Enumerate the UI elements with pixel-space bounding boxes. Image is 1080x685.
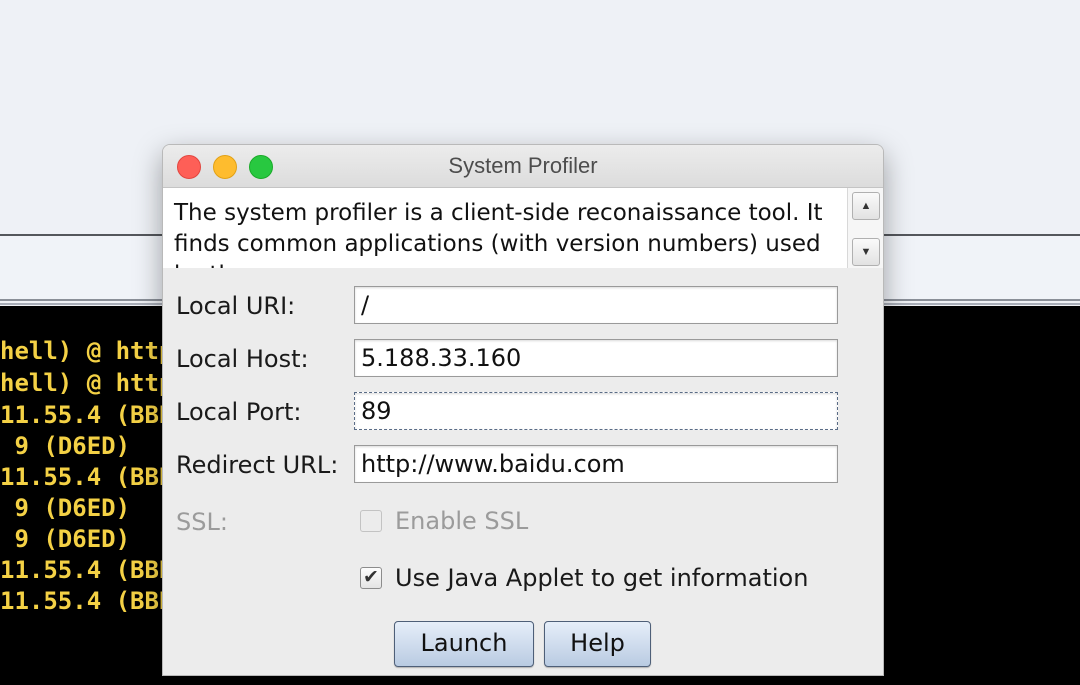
help-button[interactable]: Help <box>544 621 651 667</box>
local-port-label: Local Port: <box>176 398 302 426</box>
local-host-input[interactable] <box>354 339 838 377</box>
launch-button[interactable]: Launch <box>394 621 534 667</box>
scroll-up-arrow-icon[interactable]: ▲ <box>852 192 880 220</box>
console-line: 11.55.4 (BBD <box>0 556 174 584</box>
java-applet-checkbox[interactable]: ✔ <box>360 567 382 589</box>
console-line: 9 (D6ED) <box>0 525 131 553</box>
console-line: 11.55.4 (BBD <box>0 587 174 615</box>
console-line: 11.55.4 (BBD <box>0 401 174 429</box>
dialog-titlebar[interactable]: System Profiler <box>163 145 883 188</box>
redirect-url-label: Redirect URL: <box>176 451 339 479</box>
local-host-label: Local Host: <box>176 345 309 373</box>
description-textarea[interactable]: The system profiler is a client-side rec… <box>163 188 847 268</box>
console-line: hell) @ http <box>0 337 174 365</box>
enable-ssl-label[interactable]: Enable SSL <box>395 506 528 536</box>
console-line: 9 (D6ED) <box>0 494 131 522</box>
scroll-down-arrow-icon[interactable]: ▼ <box>852 238 880 266</box>
console-line: 9 (D6ED) <box>0 432 131 460</box>
checkmark-icon: ✔ <box>363 567 379 588</box>
system-profiler-dialog: System Profiler The system profiler is a… <box>162 144 884 676</box>
local-port-input[interactable] <box>354 392 838 430</box>
redirect-url-input[interactable] <box>354 445 838 483</box>
dialog-title: System Profiler <box>448 153 598 178</box>
local-uri-input[interactable] <box>354 286 838 324</box>
console-line: hell) @ http <box>0 369 174 397</box>
local-uri-label: Local URI: <box>176 292 296 320</box>
ssl-label: SSL: <box>176 508 228 536</box>
enable-ssl-checkbox[interactable] <box>360 510 382 532</box>
description-text: The system profiler is a client-side rec… <box>174 200 823 268</box>
console-line: 11.55.4 (BBD <box>0 463 174 491</box>
description-scrollbar[interactable]: ▲ ▼ <box>847 188 883 268</box>
java-applet-label[interactable]: Use Java Applet to get information <box>395 563 808 593</box>
